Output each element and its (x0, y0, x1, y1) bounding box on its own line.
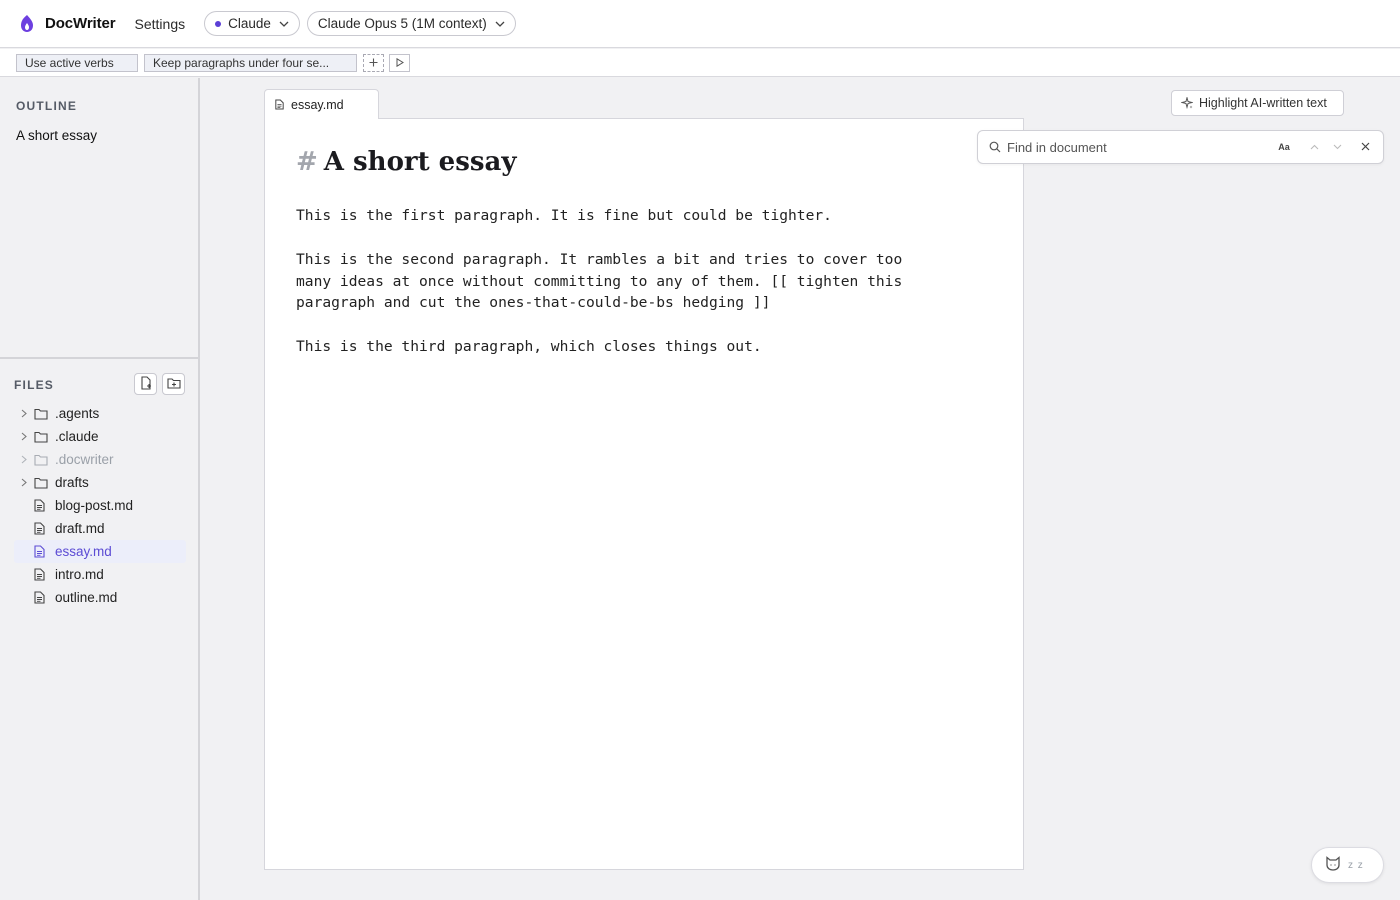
paragraph[interactable]: This is the third paragraph, which close… (296, 336, 936, 358)
tree-item-label: drafts (55, 475, 89, 490)
provider-select[interactable]: Claude (204, 11, 300, 36)
tree-folder-docwriter[interactable]: .docwriter (14, 448, 186, 471)
play-icon (396, 56, 404, 70)
close-icon (1361, 142, 1370, 153)
find-next-button[interactable] (1328, 138, 1346, 156)
sleeping-indicator: z z (1348, 859, 1364, 871)
find-close-button[interactable] (1356, 138, 1374, 156)
find-input[interactable] (1007, 139, 1267, 155)
chevron-up-icon (1310, 142, 1319, 152)
tree-item-label: blog-post.md (55, 498, 134, 513)
search-icon (989, 141, 1001, 153)
match-case-toggle[interactable]: Aa (1276, 138, 1292, 156)
editor-page[interactable]: # A short essay This is the first paragra… (264, 118, 1024, 870)
folder-icon (34, 454, 55, 466)
tree-item-label: essay.md (55, 544, 112, 559)
chevron-right-icon[interactable] (14, 455, 34, 464)
tree-item-label: outline.md (55, 590, 118, 605)
tree-file[interactable]: intro.md (14, 563, 186, 586)
plus-icon (369, 56, 378, 70)
tree-file[interactable]: blog-post.md (14, 494, 186, 517)
model-select[interactable]: Claude Opus 5 (1M context) (306, 11, 516, 36)
folder-icon (34, 477, 55, 489)
rules-bar: Use active verbs Keep paragraphs under f… (0, 49, 1400, 77)
tree-file[interactable]: outline.md (14, 586, 186, 609)
tree-folder-drafts[interactable]: drafts (14, 471, 186, 494)
file-icon (34, 499, 55, 512)
tree-folder-claude[interactable]: .claude (14, 425, 186, 448)
provider-label: Claude (228, 16, 271, 31)
paragraph[interactable]: This is the second paragraph. It rambles… (296, 249, 936, 314)
sidebar-divider[interactable] (0, 357, 200, 359)
folder-icon (34, 431, 55, 443)
tab-essay[interactable]: essay.md (264, 89, 379, 119)
doc-heading[interactable]: # A short essay (296, 147, 516, 177)
tree-item-label: draft.md (55, 521, 105, 536)
new-folder-icon (166, 376, 181, 392)
files-heading: FILES (14, 378, 55, 392)
new-folder-button[interactable] (162, 373, 185, 395)
rule-chip[interactable]: Keep paragraphs under four se... (144, 53, 357, 72)
top-bar: DocWriter Settings Claude Claude Opus 5 … (0, 0, 1400, 48)
highlight-label: Highlight AI-written text (1199, 96, 1327, 110)
tree-item-label: .claude (55, 429, 99, 444)
files-actions (134, 373, 190, 395)
file-icon (34, 591, 55, 604)
tree-folder-agents[interactable]: .agents (14, 402, 186, 425)
run-rules-button[interactable] (389, 53, 410, 72)
cat-icon (1325, 856, 1341, 874)
file-icon (34, 522, 55, 535)
settings-link[interactable]: Settings (135, 16, 186, 32)
find-bar: Aa (977, 130, 1384, 164)
tree-item-label: .agents (55, 406, 100, 421)
doc-body[interactable]: This is the first paragraph. It is fine … (296, 205, 936, 380)
chevron-down-icon (1333, 142, 1342, 152)
folder-icon (34, 408, 55, 420)
flame-logo-icon (18, 14, 36, 34)
sparkle-icon (1181, 97, 1193, 109)
heading-marker: # (296, 147, 318, 177)
app-title: DocWriter (45, 15, 116, 32)
file-icon (275, 99, 284, 110)
sidebar: OUTLINE A short essay FILES .agents .cla… (0, 78, 200, 900)
add-rule-button[interactable] (363, 53, 384, 72)
rule-chip[interactable]: Use active verbs (16, 53, 138, 72)
tree-file[interactable]: draft.md (14, 517, 186, 540)
new-file-icon (140, 375, 152, 393)
chevron-right-icon[interactable] (14, 432, 34, 441)
provider-status-dot (215, 20, 222, 27)
paragraph[interactable]: This is the first paragraph. It is fine … (296, 205, 936, 227)
tab-label: essay.md (291, 97, 344, 112)
assistant-status[interactable]: z z (1311, 847, 1384, 883)
chevron-right-icon[interactable] (14, 409, 34, 418)
heading-text: A short essay (323, 147, 517, 177)
find-previous-button[interactable] (1305, 138, 1323, 156)
file-icon (34, 545, 55, 558)
tree-item-label: intro.md (55, 567, 104, 582)
outline-item[interactable]: A short essay (16, 128, 97, 143)
chevron-right-icon[interactable] (14, 478, 34, 487)
tree-file-active[interactable]: essay.md (14, 540, 186, 563)
highlight-ai-button[interactable]: Highlight AI-written text (1171, 90, 1344, 116)
app-logo[interactable]: DocWriter (18, 14, 116, 34)
file-tree: .agents .claude .docwriter drafts blog-p… (14, 402, 186, 609)
outline-heading: OUTLINE (16, 99, 78, 113)
tree-item-label: .docwriter (55, 452, 114, 467)
chevron-down-icon (495, 21, 505, 27)
new-file-button[interactable] (134, 373, 157, 395)
file-icon (34, 568, 55, 581)
model-label: Claude Opus 5 (1M context) (317, 16, 487, 31)
chevron-down-icon (279, 21, 289, 27)
